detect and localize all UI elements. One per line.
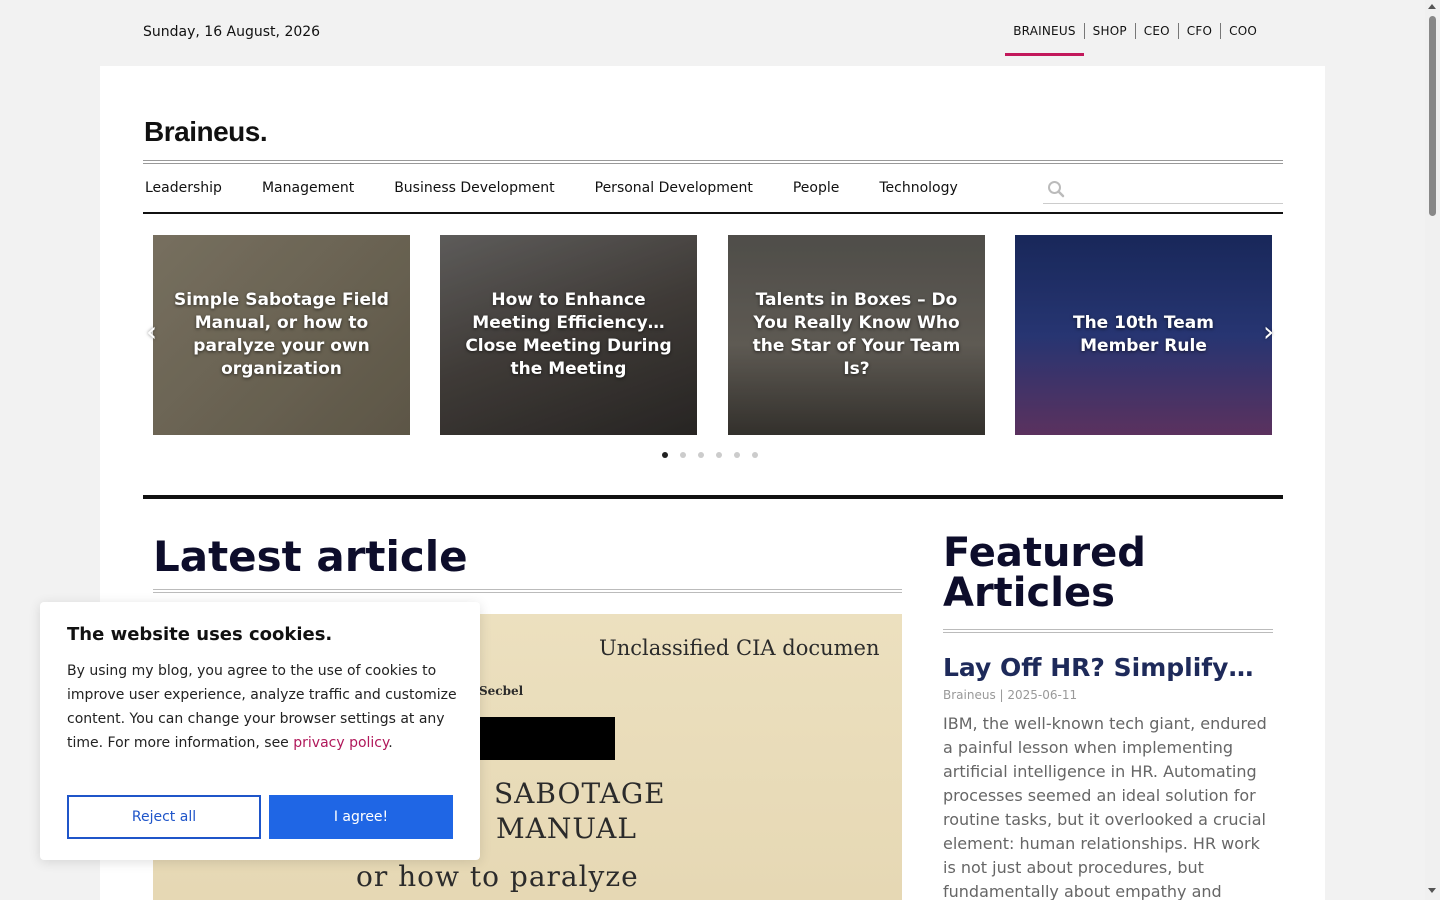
carousel-slide[interactable]: Simple Sabotage Field Manual, or how to … xyxy=(153,235,410,435)
site-logo[interactable]: Braineus. xyxy=(144,116,268,148)
top-link-coo[interactable]: COO xyxy=(1221,22,1265,56)
nav-item-technology[interactable]: Technology xyxy=(879,180,957,196)
top-bar: Sunday, 16 August, 2026 BRAINEUS SHOP CE… xyxy=(0,0,1425,66)
cookie-text: By using my blog, you agree to the use o… xyxy=(67,659,462,755)
slide-title[interactable]: The 10th Team Member Rule xyxy=(1015,312,1272,358)
divider xyxy=(153,592,902,593)
image-text: Unclassified CIA documen xyxy=(599,636,880,660)
nav-item-business-development[interactable]: Business Development xyxy=(394,180,554,196)
carousel-slide[interactable]: Talents in Boxes – Do You Really Know Wh… xyxy=(728,235,985,435)
nav-item-management[interactable]: Management xyxy=(262,180,354,196)
featured-article-meta: Braineus | 2025-06-11 xyxy=(943,688,1078,702)
divider xyxy=(943,629,1273,630)
scroll-up-icon[interactable] xyxy=(1428,4,1436,9)
carousel-dot[interactable] xyxy=(662,452,668,458)
slide-title[interactable]: How to Enhance Meeting Efficiency… Close… xyxy=(440,289,697,381)
carousel-dot[interactable] xyxy=(752,452,758,458)
divider xyxy=(943,632,1273,633)
slide-title[interactable]: Simple Sabotage Field Manual, or how to … xyxy=(153,289,410,381)
search-input[interactable] xyxy=(1043,176,1283,204)
nav-item-people[interactable]: People xyxy=(793,180,840,196)
reject-all-button[interactable]: Reject all xyxy=(67,795,261,839)
article-carousel: Simple Sabotage Field Manual, or how to … xyxy=(143,235,1283,435)
carousel-dot[interactable] xyxy=(716,452,722,458)
carousel-slide[interactable]: How to Enhance Meeting Efficiency… Close… xyxy=(440,235,697,435)
image-text: SABOTAGE xyxy=(494,777,666,810)
slide-title[interactable]: Talents in Boxes – Do You Really Know Wh… xyxy=(728,289,985,381)
chevron-left-icon[interactable]: ‹ xyxy=(146,315,157,348)
top-link-braineus[interactable]: BRAINEUS xyxy=(1005,22,1085,56)
carousel-slide[interactable]: The 10th Team Member Rule xyxy=(1015,235,1272,435)
top-link-cfo[interactable]: CFO xyxy=(1179,22,1220,56)
privacy-policy-link[interactable]: privacy policy xyxy=(293,735,388,751)
scroll-thumb[interactable] xyxy=(1429,16,1436,216)
search-icon[interactable] xyxy=(1047,180,1065,198)
section-divider xyxy=(143,495,1283,499)
featured-articles-heading: Featured Articles xyxy=(943,530,1146,616)
cookie-period: . xyxy=(388,735,393,751)
cookie-body: By using my blog, you agree to the use o… xyxy=(67,663,457,751)
top-links: BRAINEUS SHOP CEO CFO COO xyxy=(1005,22,1265,56)
image-text: or how to paralyze xyxy=(356,860,639,893)
main-nav: Leadership Management Business Developme… xyxy=(143,162,1283,214)
current-date: Sunday, 16 August, 2026 xyxy=(143,24,321,40)
divider xyxy=(143,160,1283,161)
featured-article-title[interactable]: Lay Off HR? Simplify… xyxy=(943,653,1273,682)
latest-article-heading: Latest article xyxy=(153,532,468,581)
carousel-dot[interactable] xyxy=(734,452,740,458)
scrollbar[interactable] xyxy=(1425,0,1440,900)
nav-item-personal-development[interactable]: Personal Development xyxy=(595,180,753,196)
image-text: MANUAL xyxy=(496,812,637,845)
featured-article-excerpt: IBM, the well-known tech giant, endured … xyxy=(943,714,1267,900)
top-link-ceo[interactable]: CEO xyxy=(1136,22,1178,56)
redaction-block xyxy=(479,717,615,760)
carousel-dot[interactable] xyxy=(698,452,704,458)
divider xyxy=(153,589,902,590)
scroll-down-icon[interactable] xyxy=(1428,888,1436,893)
carousel-dots xyxy=(662,452,770,458)
chevron-right-icon[interactable]: › xyxy=(1263,315,1274,348)
agree-button[interactable]: I agree! xyxy=(269,795,453,839)
cookie-banner: The website uses cookies. By using my bl… xyxy=(40,602,480,860)
nav-item-leadership[interactable]: Leadership xyxy=(145,180,222,196)
cookie-title: The website uses cookies. xyxy=(67,624,333,645)
image-text: Secbel xyxy=(479,684,524,698)
carousel-dot[interactable] xyxy=(680,452,686,458)
top-link-shop[interactable]: SHOP xyxy=(1085,22,1135,56)
